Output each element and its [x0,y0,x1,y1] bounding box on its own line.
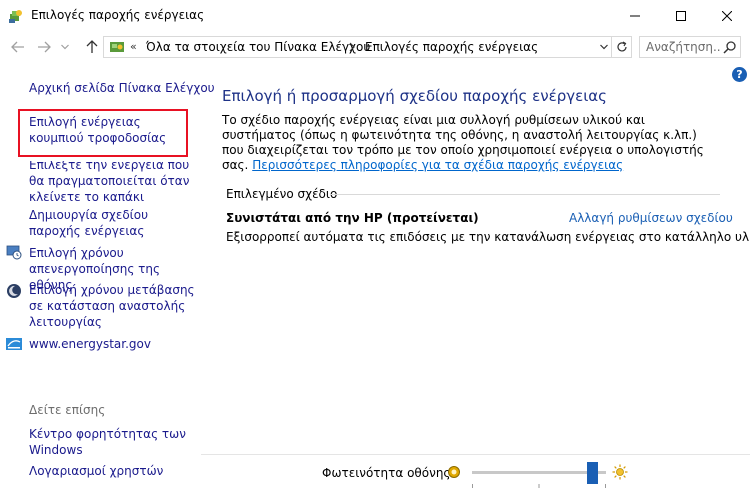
plan-description: Εξισορροπεί αυτόματα τις επιδόσεις με τη… [226,230,750,244]
help-button[interactable]: ? [732,67,747,82]
breadcrumb-control-panel[interactable]: Όλα τα στοιχεία του Πίνακα Ελέγχου [146,40,370,54]
selected-plan-label: Επιλεγμένο σχέδιο [226,187,338,201]
brightness-slider-track[interactable] [472,471,606,474]
sidebar-link-energystar[interactable]: www.energystar.gov [29,336,151,352]
sidebar-link-user-accounts[interactable]: Λογαριασμοί χρηστών [29,463,163,479]
moon-sleep-icon [7,284,21,298]
sidebar-link-create-plan[interactable]: Δημιουργία σχεδίου παροχής ενέργειας [29,207,194,239]
page-description: Το σχέδιο παροχής ενέργειας είναι μια συ… [222,113,722,173]
clock-display-icon [6,245,22,260]
brightness-slider-ticks [472,484,606,488]
up-button[interactable] [82,37,102,57]
minimize-icon [630,15,640,16]
search-box[interactable] [639,36,741,58]
maximize-icon [676,10,686,21]
close-button[interactable] [704,0,750,31]
sidebar-link-lid-close[interactable]: Επιλέξτε την ενέργεια που θα πραγματοποι… [29,161,194,205]
address-bar[interactable]: « Όλα τα στοιχεία του Πίνακα Ελέγχου Επι… [103,36,612,58]
plan-name: Συνιστάται από την HP (προτείνεται) [226,211,479,225]
more-info-link[interactable]: Περισσότερες πληροφορίες για τα σχέδια π… [252,158,623,172]
arrow-right-icon [38,41,51,53]
arrow-up-icon [86,40,98,53]
group-divider [330,194,720,195]
sidebar-link-control-panel-home[interactable]: Αρχική σελίδα Πίνακα Ελέγχου [29,80,215,96]
maximize-button[interactable] [658,0,704,31]
forward-button[interactable] [34,37,54,57]
see-also-label: Δείτε επίσης [29,403,106,417]
address-dropdown-button[interactable] [596,36,612,58]
search-input[interactable] [646,40,721,54]
address-overflow[interactable]: « [130,40,137,53]
arrow-left-icon [11,41,24,53]
window-title: Επιλογές παροχής ενέργειας [31,8,205,22]
sidebar-link-sleep-time[interactable]: Επιλογή χρόνου μετάβασης σε κατάσταση αν… [29,282,196,330]
change-plan-settings-link[interactable]: Αλλαγή ρυθμίσεων σχεδίου [569,211,733,225]
refresh-icon [616,41,627,52]
search-icon[interactable] [723,40,737,54]
brightness-high-icon [612,464,628,480]
chevron-down-icon [61,44,69,50]
brightness-label: Φωτεινότητα οθόνης: [322,466,455,480]
breadcrumb-power-options[interactable]: Επιλογές παροχής ενέργειας [365,40,538,54]
chevron-down-icon [600,44,608,50]
close-icon [722,10,732,21]
brightness-slider-thumb[interactable] [587,462,598,484]
page-title: Επιλογή ή προσαρμογή σχεδίου παροχής ενέ… [222,87,607,105]
minimize-button[interactable] [612,0,658,31]
title-bar: Επιλογές παροχής ενέργειας [0,0,750,31]
footer-divider [201,454,750,455]
chevron-right-icon[interactable] [347,40,357,54]
sidebar-link-mobility-center[interactable]: Κέντρο φορητότητας των Windows [29,426,189,458]
recent-locations-button[interactable] [58,37,72,57]
sidebar-link-power-button[interactable]: Επιλογή ενέργειας κουμπιού τροφοδοσίας [29,114,189,146]
control-panel-icon [110,42,124,52]
power-options-icon [9,10,22,23]
brightness-low-icon [448,466,460,478]
back-button[interactable] [8,37,28,57]
energy-star-icon [6,338,22,350]
refresh-button[interactable] [612,36,632,58]
